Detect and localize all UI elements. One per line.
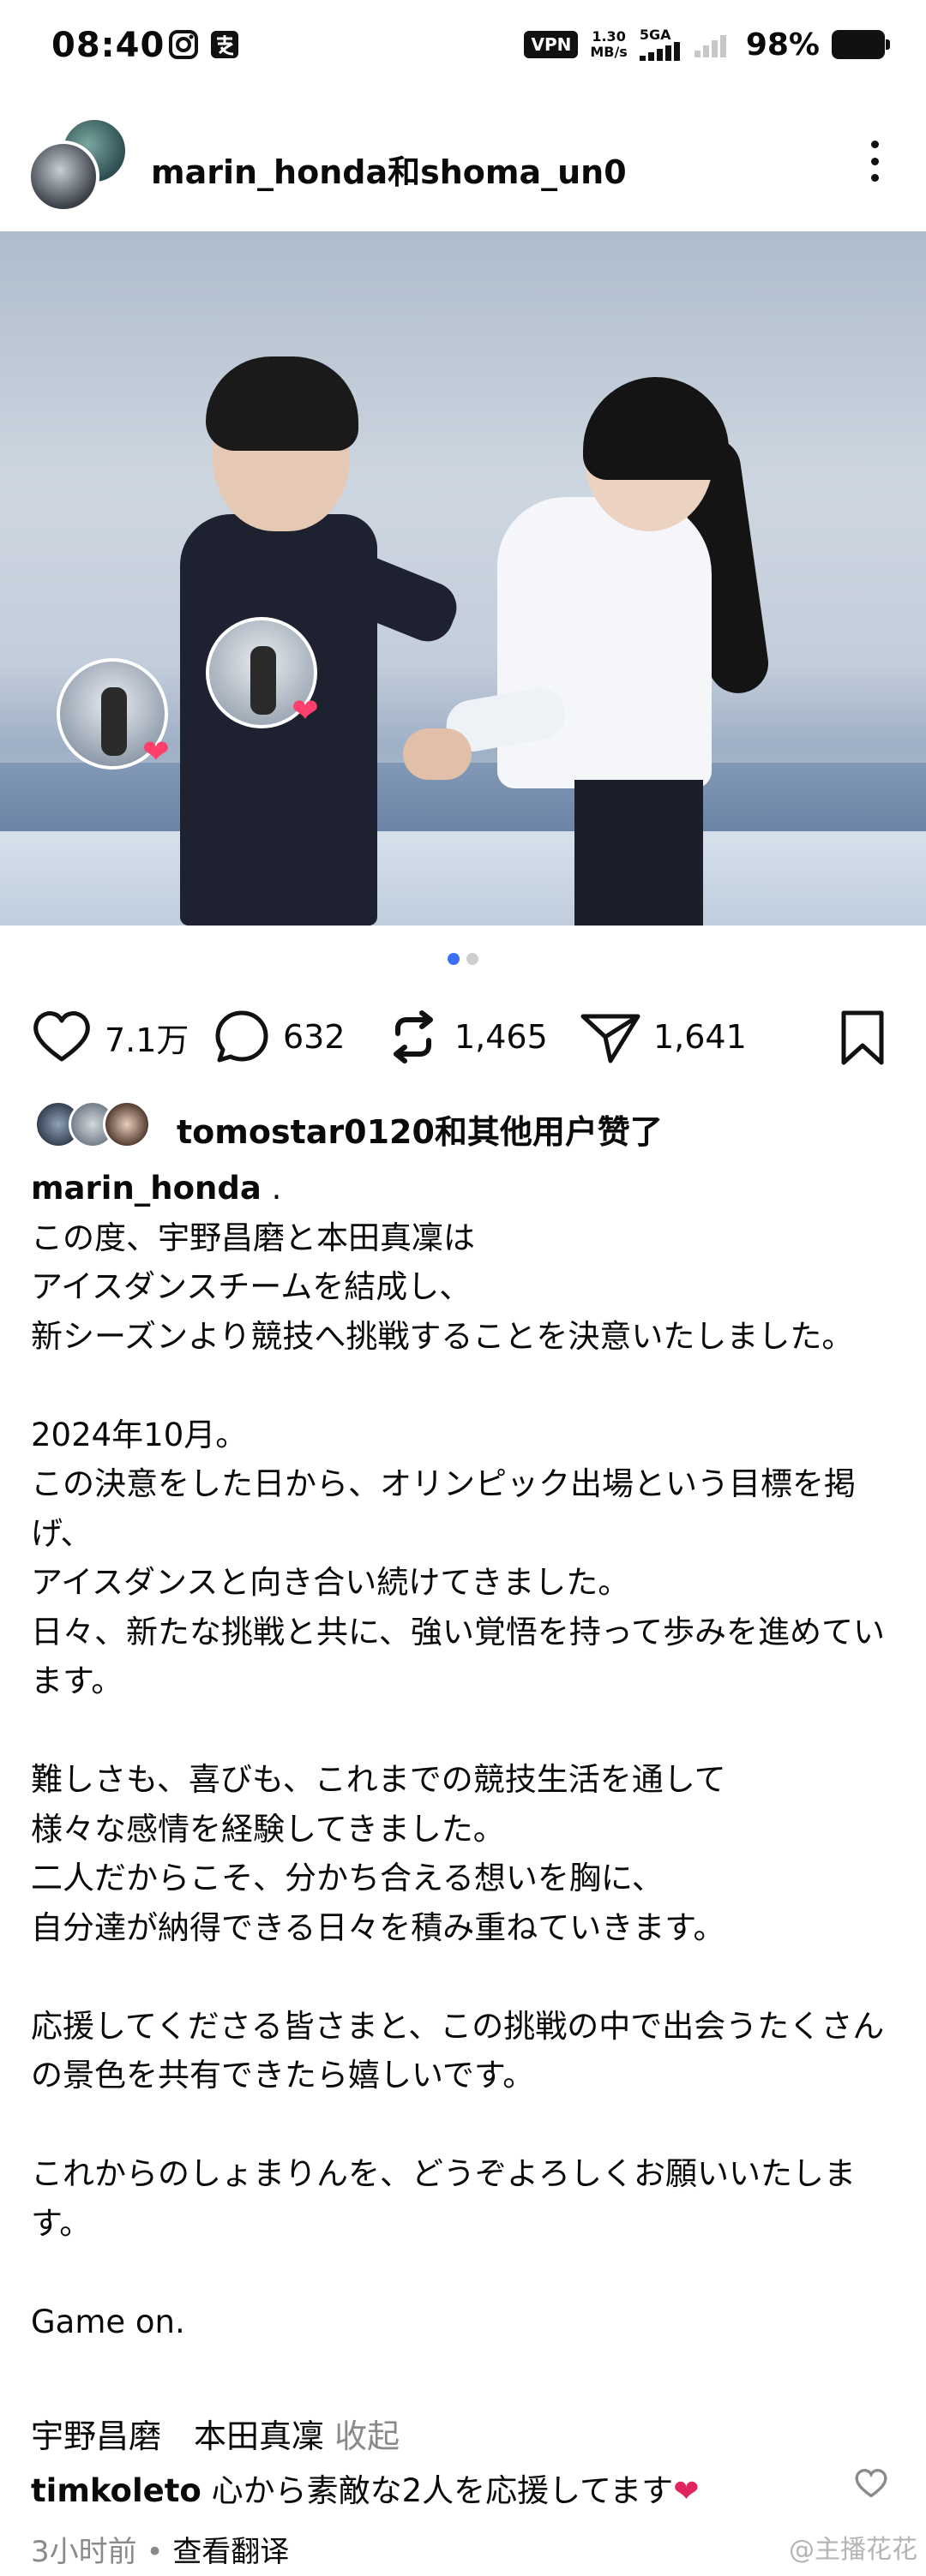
heart-outline-icon — [33, 1011, 90, 1062]
more-options-button[interactable] — [857, 135, 892, 187]
translate-link[interactable]: 查看翻译 — [172, 2535, 289, 2569]
like-count: 7.1万 — [105, 1021, 189, 1059]
more-dot — [870, 157, 879, 165]
comment-meta: 3小时前 • 查看翻译 — [31, 2528, 289, 2570]
carousel-dot-active — [448, 953, 460, 965]
share-count: 1,641 — [653, 1018, 747, 1056]
carousel-dot — [466, 953, 478, 965]
liked-by-text: tomostar0120和其他用户赞了 — [177, 1113, 663, 1151]
post-image[interactable]: ❤ ❤ — [0, 231, 926, 926]
watermark: @主播花花 — [789, 2535, 917, 2565]
signal-bars-secondary-icon — [694, 35, 726, 57]
skater-female-pants — [574, 780, 703, 926]
collapse-caption-link[interactable]: 收起 — [334, 2417, 400, 2455]
net-speed-value: 1.30 — [592, 28, 626, 45]
skater-female-hair — [583, 377, 729, 480]
comment-preview[interactable]: timkoleto 心から素敵な2人を応援してます❤ — [31, 2465, 897, 2516]
repost-count: 1,465 — [454, 1018, 548, 1056]
carousel-indicator — [0, 953, 926, 965]
comment-button[interactable]: 632 — [213, 1003, 346, 1071]
heart-badge-icon: ❤ — [142, 733, 170, 770]
meta-separator: • — [136, 2535, 173, 2569]
network-label: 5GA — [639, 27, 671, 43]
liked-avatar — [103, 1100, 151, 1148]
net-speed-unit: MB/s — [590, 44, 628, 60]
comment-time: 3小时前 — [31, 2535, 137, 2569]
figure — [101, 687, 127, 756]
send-icon — [580, 1014, 640, 1063]
comment-username[interactable]: timkoleto — [31, 2472, 201, 2509]
caption-body: . この度、宇野昌磨と本田真凜は アイスダンスチームを結成し、 新シーズンより競… — [31, 1170, 886, 2340]
post-caption: marin_honda . この度、宇野昌磨と本田真凜は アイスダンスチームを結… — [31, 1164, 902, 2346]
caption-signature-row: 宇野昌磨 本田真凜 收起 — [31, 2410, 400, 2457]
bookmark-icon — [841, 1010, 884, 1065]
vpn-badge: VPN — [524, 31, 579, 58]
instagram-icon — [169, 30, 198, 59]
signal-5ga: 5GA — [639, 27, 682, 61]
comment-heart-icon[interactable] — [854, 2468, 888, 2499]
status-bar: 08:40 VPN 1.30 MB/s 5GA 98% — [0, 0, 926, 94]
battery-percent: 98% — [745, 27, 820, 63]
action-row: 7.1万 632 1,465 1,641 — [0, 1003, 926, 1071]
save-button[interactable] — [837, 1009, 888, 1069]
more-vertical-icon — [870, 141, 879, 148]
alipay-icon — [211, 31, 238, 58]
net-speed: 1.30 MB/s — [590, 29, 627, 60]
repost-arrows-icon — [394, 1010, 433, 1063]
heart-badge-icon: ❤ — [292, 692, 319, 729]
status-right: VPN 1.30 MB/s 5GA 98% — [524, 26, 890, 63]
caption-author[interactable]: marin_honda — [31, 1170, 262, 1207]
held-hands — [403, 728, 472, 780]
skater-male-hair — [206, 356, 358, 451]
comment-count: 632 — [283, 1018, 346, 1056]
post-header: marin_honda和shoma_un0 — [0, 111, 926, 223]
comment-text: 心から素敵な2人を応援してます — [201, 2472, 674, 2509]
liked-by-row[interactable]: tomostar0120和其他用户赞了 — [31, 1097, 888, 1152]
caption-signature: 宇野昌磨 本田真凜 — [31, 2417, 335, 2455]
repost-button[interactable]: 1,465 — [384, 1003, 548, 1071]
figure — [250, 646, 276, 715]
signal-bars-icon — [639, 42, 680, 61]
status-time: 08:40 — [51, 26, 165, 65]
more-dot — [870, 174, 879, 182]
avatar-marin[interactable] — [27, 141, 99, 213]
share-button[interactable]: 1,641 — [580, 1003, 747, 1071]
battery-icon — [832, 30, 890, 59]
speech-bubble-icon — [215, 1010, 268, 1063]
post-author[interactable]: marin_honda和shoma_un0 — [151, 146, 627, 193]
rink-ice — [0, 831, 926, 926]
like-button[interactable]: 7.1万 — [31, 1003, 189, 1071]
skater-female-body — [497, 497, 712, 788]
red-heart-emoji-icon: ❤ — [673, 2474, 700, 2509]
